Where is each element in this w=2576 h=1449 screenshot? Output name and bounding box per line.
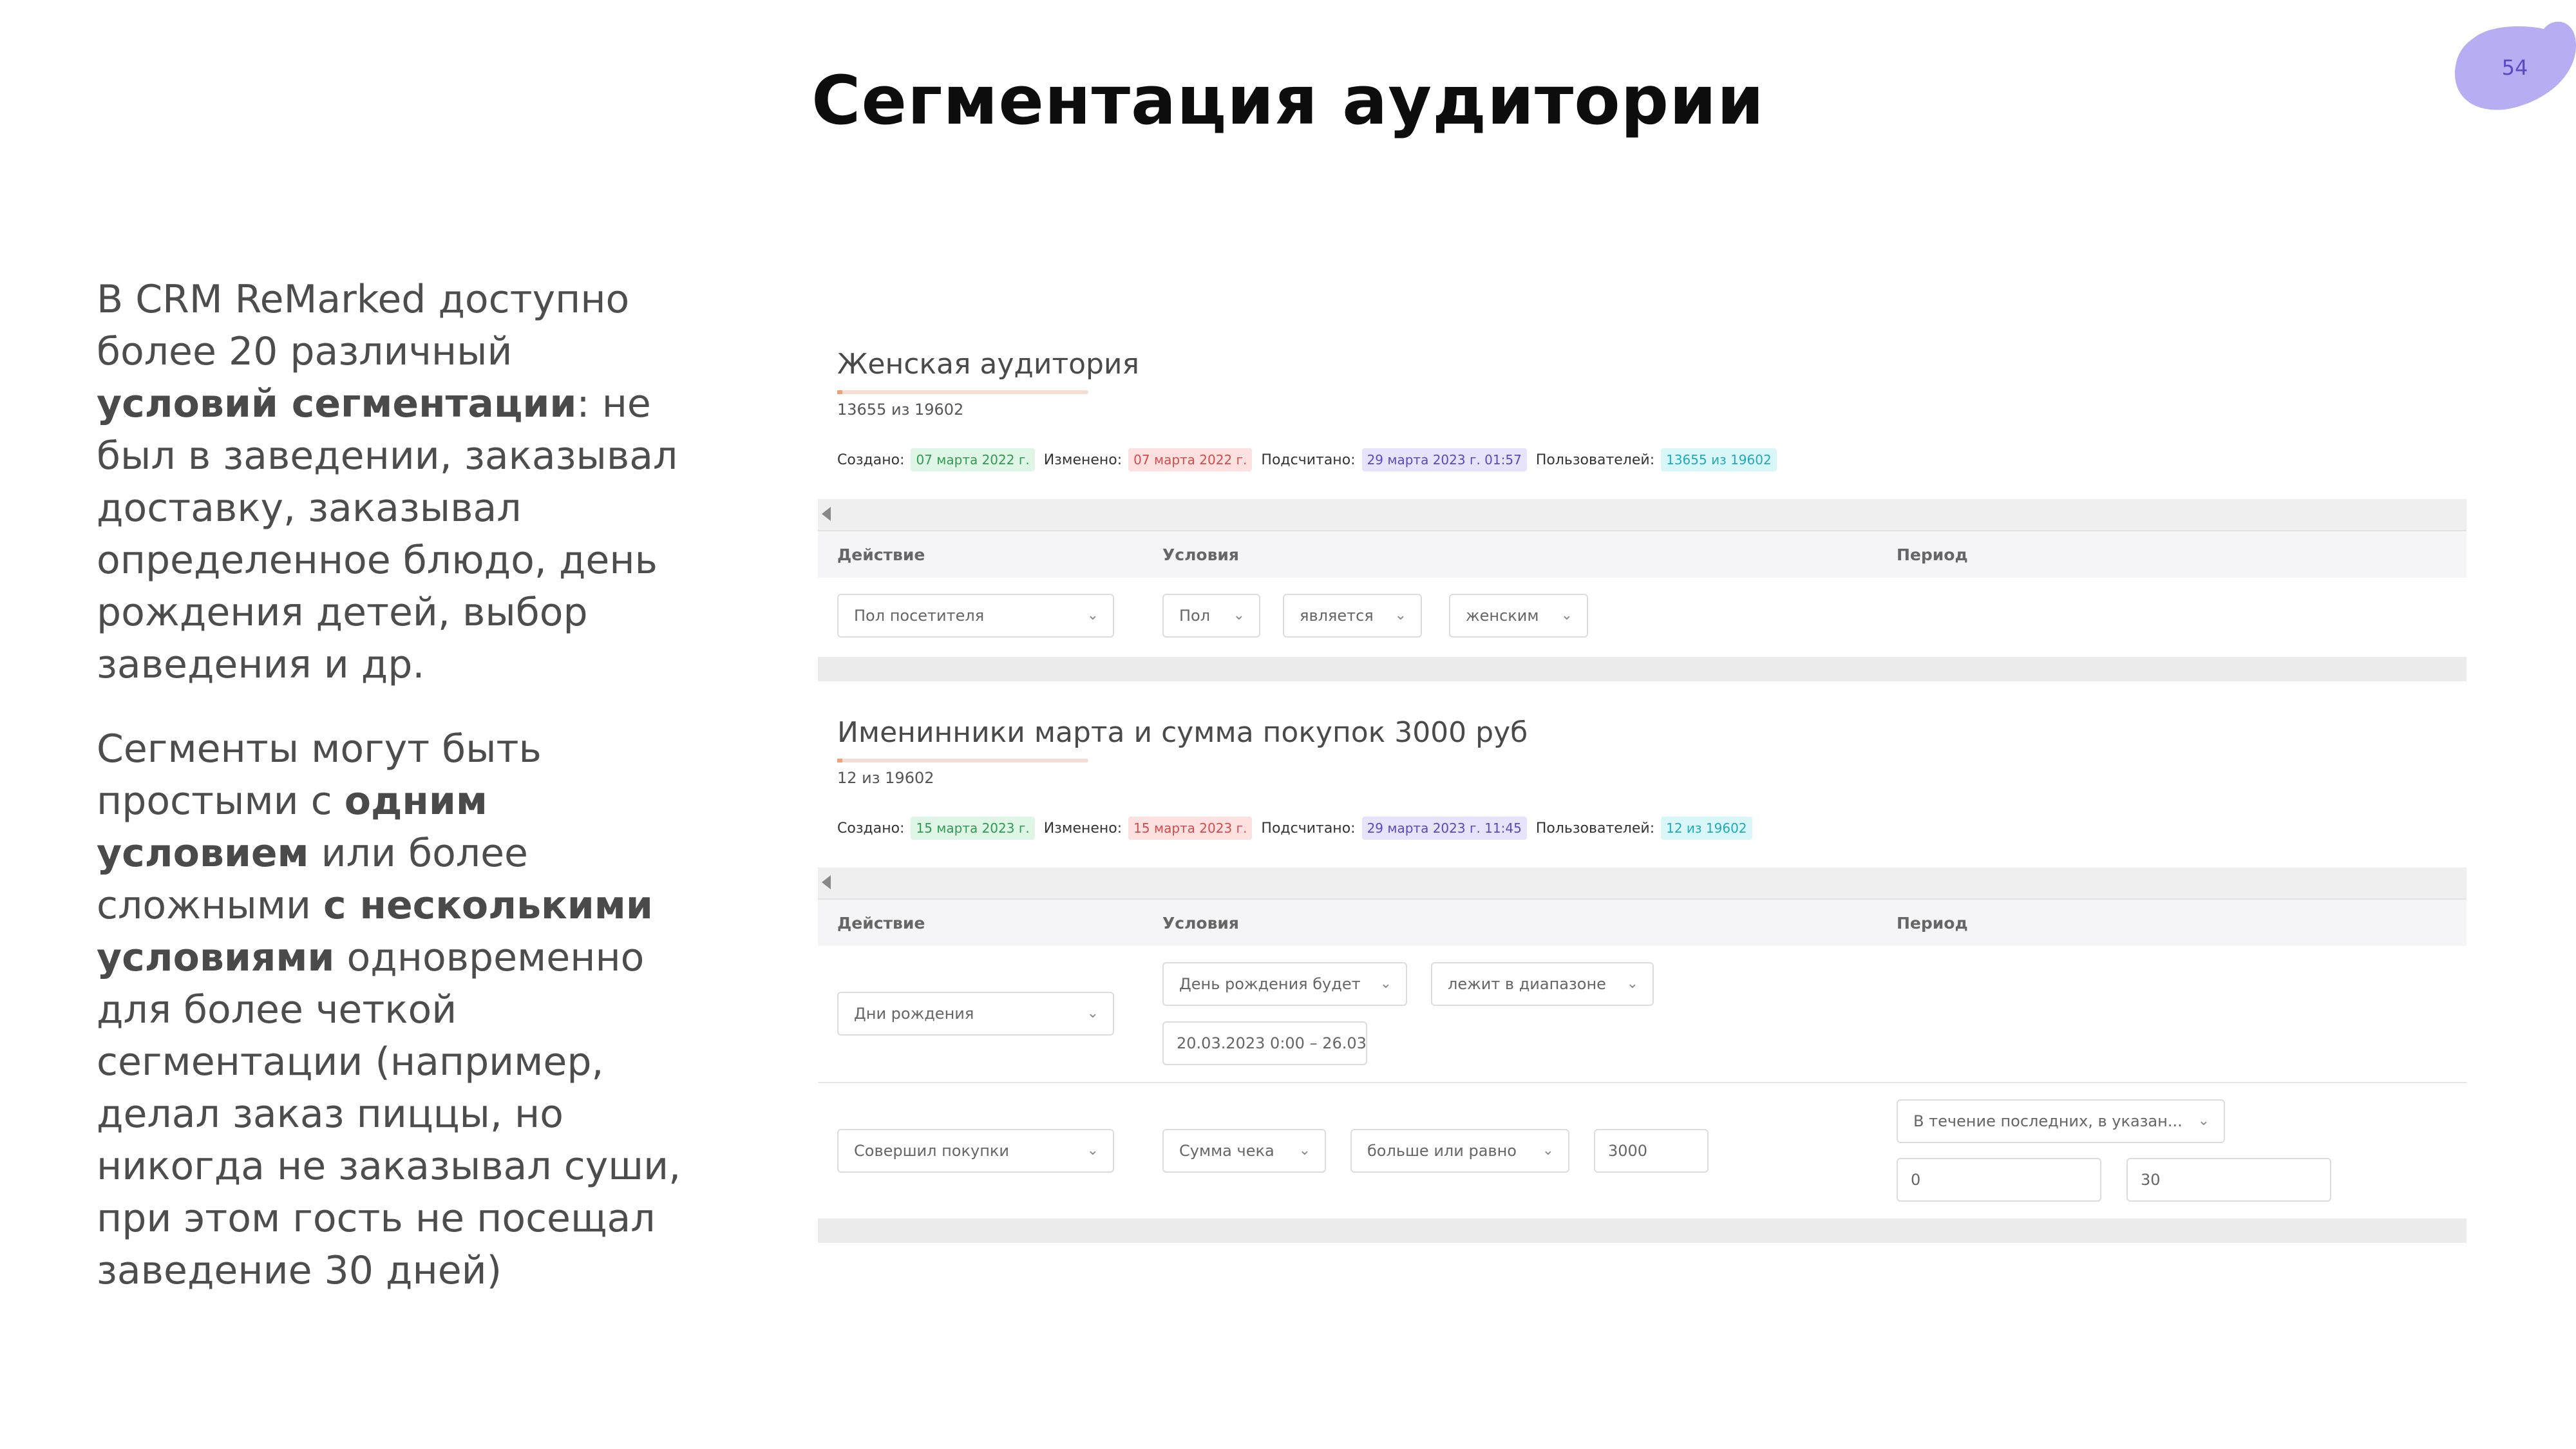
action-dropdown[interactable]: Пол посетителя ⌄ <box>837 594 1114 638</box>
header-period: Период <box>1897 914 1968 933</box>
table-header: Действие Условия Период <box>818 530 2467 578</box>
page-number: 54 <box>2501 55 2528 80</box>
condition-field-dropdown[interactable]: День рождения будет ⌄ <box>1162 962 1407 1006</box>
created-badge: 07 марта 2022 г. <box>911 448 1035 471</box>
created-badge: 15 марта 2023 г. <box>911 817 1035 840</box>
chevron-down-icon: ⌄ <box>1298 1142 1311 1159</box>
condition-operator-dropdown[interactable]: лежит в диапазоне ⌄ <box>1431 962 1654 1006</box>
segment-footer-bar <box>818 1218 2467 1243</box>
table-header: Действие Условия Период <box>818 898 2467 946</box>
chevron-down-icon: ⌄ <box>1086 1005 1099 1021</box>
condition-value-dropdown[interactable]: женским ⌄ <box>1449 594 1588 638</box>
segment-title-underline <box>837 390 1088 394</box>
chevron-down-icon: ⌄ <box>1233 607 1245 623</box>
condition-field-dropdown[interactable]: Сумма чека ⌄ <box>1162 1129 1326 1173</box>
scroll-left-icon[interactable] <box>822 507 831 521</box>
chevron-down-icon: ⌄ <box>1379 976 1392 992</box>
segment-count: 13655 из 19602 <box>837 401 964 419</box>
header-conditions: Условия <box>1162 545 1239 564</box>
period-dropdown[interactable]: В течение последних, в указан... ⌄ <box>1897 1099 2225 1143</box>
header-action: Действие <box>837 545 925 564</box>
changed-badge: 15 марта 2023 г. <box>1128 817 1253 840</box>
paragraph-2: Сегменты могут быть простыми с одним усл… <box>97 726 681 1293</box>
header-action: Действие <box>837 914 925 933</box>
segment-meta: Создано: 15 марта 2023 г. Изменено: 15 мар… <box>837 817 1761 840</box>
condition-operator-dropdown[interactable]: больше или равно ⌄ <box>1350 1129 1569 1173</box>
calculated-badge: 29 марта 2023 г. 01:57 <box>1361 448 1527 471</box>
chevron-down-icon: ⌄ <box>1086 607 1099 623</box>
header-conditions: Условия <box>1162 914 1239 933</box>
period-to-input[interactable]: 30 <box>2126 1158 2331 1202</box>
horizontal-scrollbar[interactable] <box>818 499 2467 530</box>
period-from-input[interactable]: 0 <box>1897 1158 2101 1202</box>
row-divider <box>818 1082 2467 1083</box>
changed-badge: 07 марта 2022 г. <box>1128 448 1253 471</box>
condition-field-dropdown[interactable]: Пол ⌄ <box>1162 594 1260 638</box>
slide-title: Сегментация аудитории <box>811 61 1765 140</box>
left-description: В CRM ReMarked доступно более 20 различн… <box>97 274 702 1329</box>
segment-title-underline <box>837 759 1088 762</box>
chevron-down-icon: ⌄ <box>2197 1113 2210 1129</box>
action-dropdown[interactable]: Дни рождения ⌄ <box>837 992 1114 1036</box>
segment-count: 12 из 19602 <box>837 769 934 787</box>
amount-input[interactable]: 3000 <box>1594 1129 1709 1173</box>
segment-footer-bar <box>818 657 2467 681</box>
chevron-down-icon: ⌄ <box>1626 976 1638 992</box>
segment-meta: Создано: 07 марта 2022 г. Изменено: 07 мар… <box>837 448 1786 471</box>
chevron-down-icon: ⌄ <box>1542 1142 1554 1159</box>
chevron-down-icon: ⌄ <box>1560 607 1573 623</box>
chevron-down-icon: ⌄ <box>1086 1142 1099 1159</box>
paragraph-1: В CRM ReMarked доступно более 20 различн… <box>97 277 678 687</box>
segment-title: Именинники марта и сумма покупок 3000 ру… <box>837 716 1528 749</box>
header-period: Период <box>1897 545 1968 564</box>
condition-operator-dropdown[interactable]: является ⌄ <box>1283 594 1422 638</box>
segment-title: Женская аудитория <box>837 348 1139 381</box>
chevron-down-icon: ⌄ <box>1394 607 1406 623</box>
users-badge: 12 из 19602 <box>1661 817 1752 840</box>
calculated-badge: 29 марта 2023 г. 11:45 <box>1361 817 1527 840</box>
horizontal-scrollbar[interactable] <box>818 867 2467 898</box>
users-badge: 13655 из 19602 <box>1661 448 1777 471</box>
date-range-input[interactable]: 20.03.2023 0:00 – 26.03.2 <box>1162 1021 1367 1065</box>
action-dropdown[interactable]: Совершил покупки ⌄ <box>837 1129 1114 1173</box>
scroll-left-icon[interactable] <box>822 875 831 889</box>
